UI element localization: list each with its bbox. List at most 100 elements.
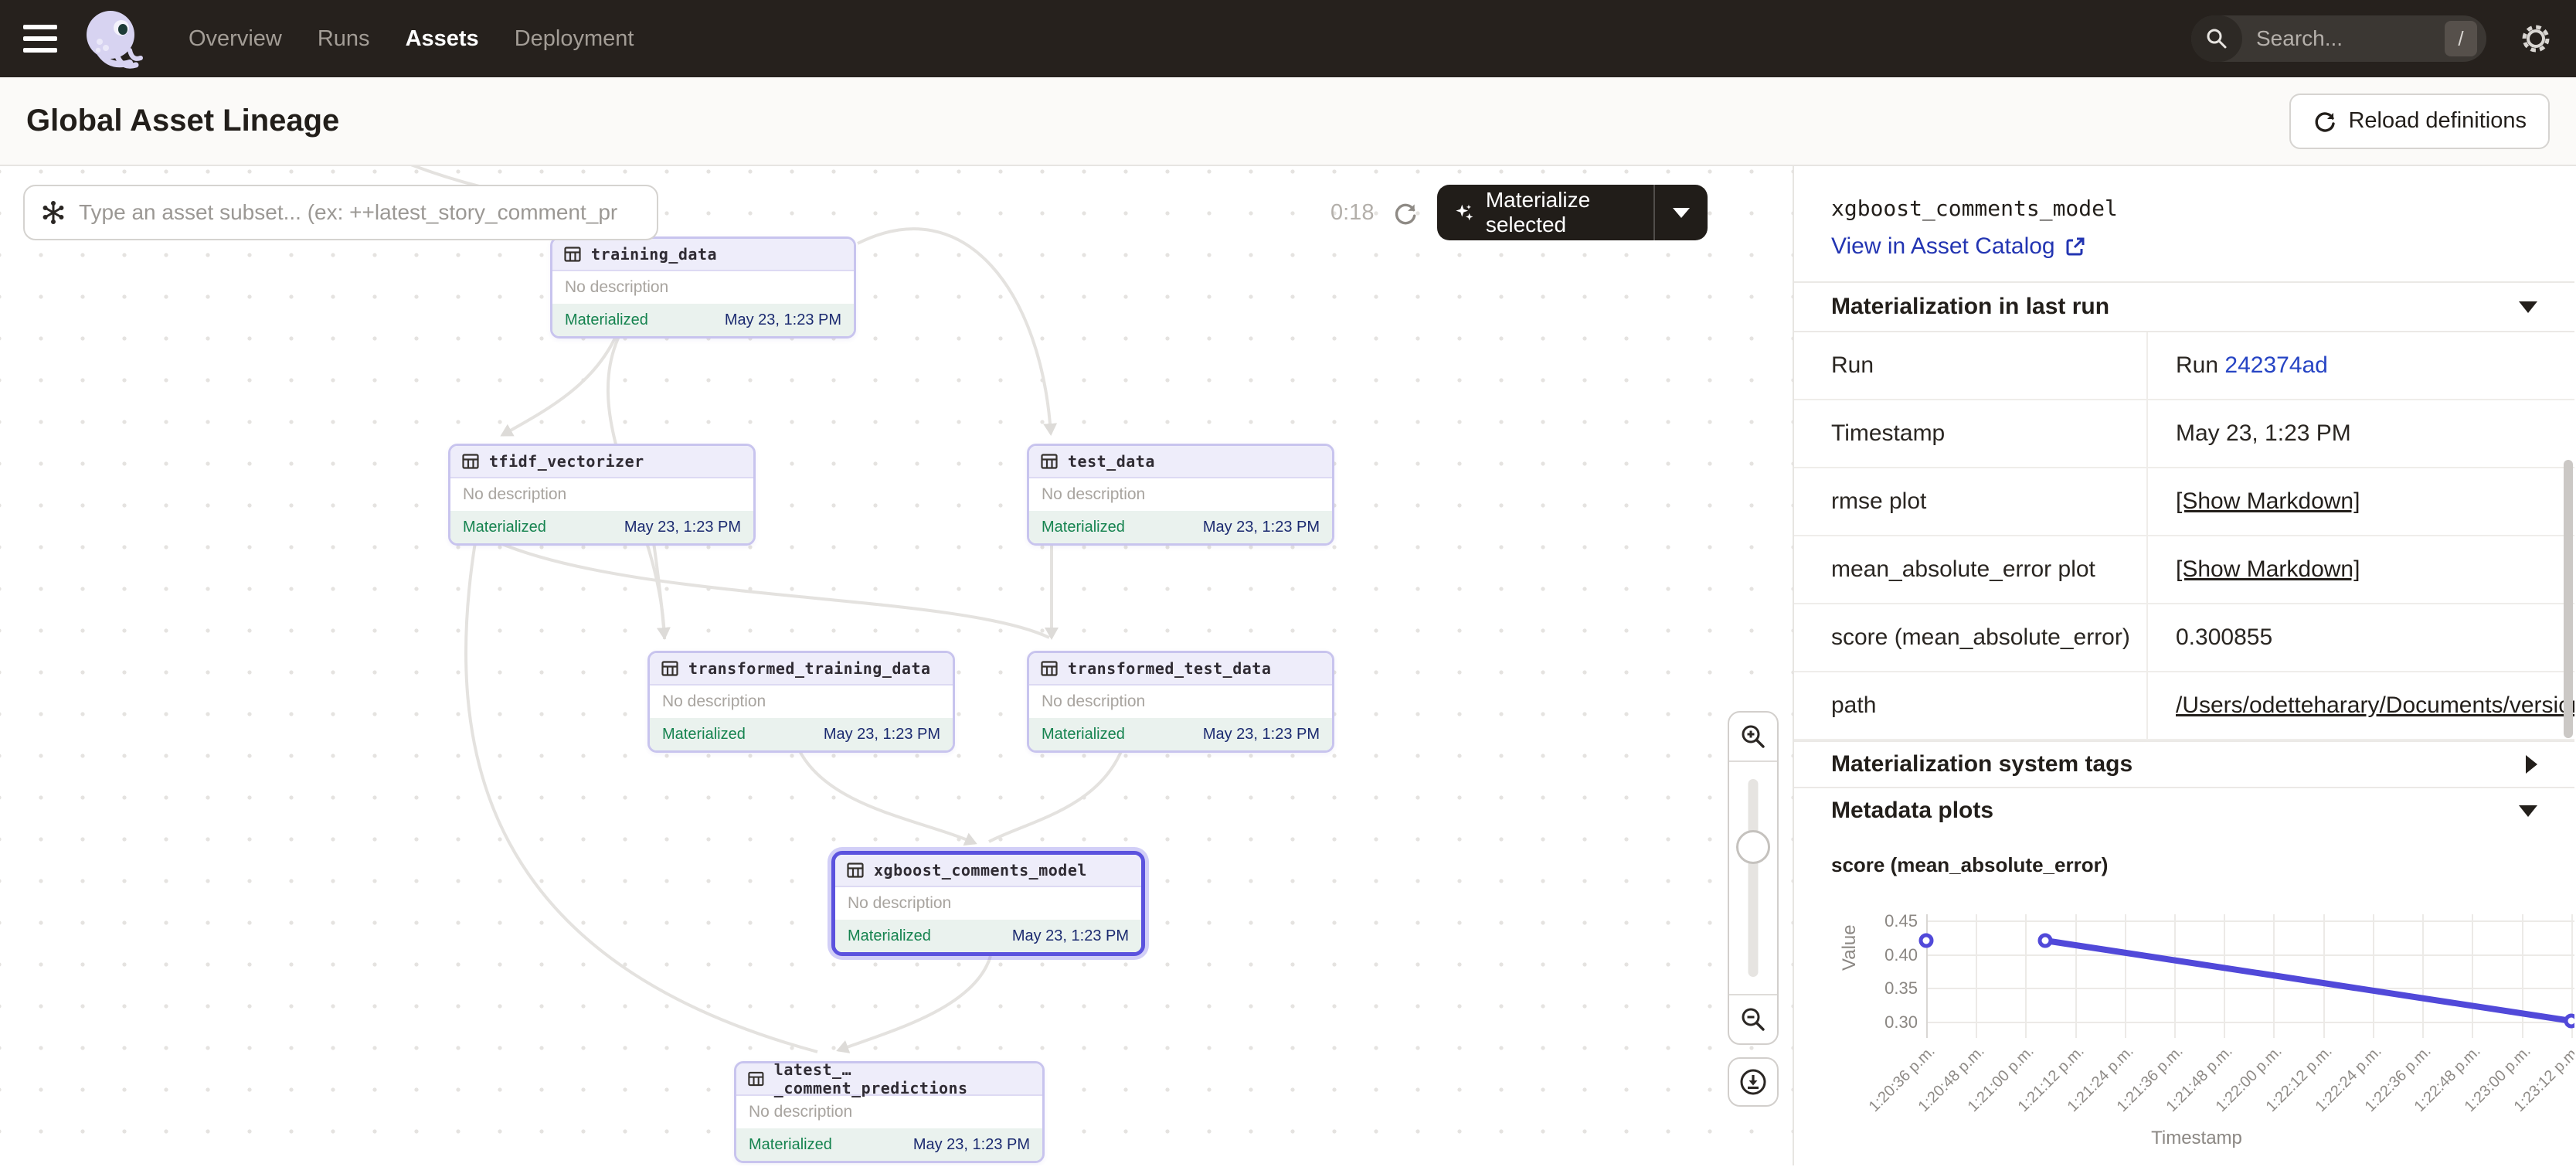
table-row-score: score (mean_absolute_error) 0.300855 — [1794, 604, 2574, 672]
table-icon — [461, 452, 480, 471]
materialization-time[interactable]: May 23, 1:23 PM — [1203, 726, 1320, 743]
asset-node-header: xgboost_comments_model — [835, 855, 1141, 887]
section-metadata-plots[interactable]: Metadata plots — [1794, 787, 2574, 833]
asset-node-description: No description — [650, 686, 953, 718]
materialize-options-caret[interactable] — [1655, 185, 1708, 240]
reload-definitions-button[interactable]: Reload definitions — [2289, 94, 2550, 149]
status-badge: Materialized — [662, 726, 746, 743]
zoom-slider-track[interactable] — [1748, 779, 1759, 977]
nav-link-overview[interactable]: Overview — [189, 26, 282, 52]
asset-node-latest-comment-predictions[interactable]: latest_…_comment_predictions No descript… — [734, 1061, 1045, 1163]
search-placeholder: Search... — [2256, 26, 2445, 51]
path-link[interactable]: /Users/odetteharary/Documents/version — [2176, 692, 2574, 719]
table-row-mae-plot: mean_absolute_error plot [Show Markdown] — [1794, 536, 2574, 604]
plot-title: score (mean_absolute_error) — [1794, 833, 2574, 877]
zoom-slider[interactable] — [1729, 762, 1777, 994]
asset-node-description: No description — [450, 478, 753, 511]
chevron-down-icon — [2519, 805, 2537, 817]
sparkles-icon — [1454, 199, 1475, 226]
asset-subset-filter-input[interactable]: Type an asset subset... (ex: ++latest_st… — [23, 185, 658, 240]
table-icon — [846, 861, 865, 880]
zoom-slider-handle[interactable] — [1736, 830, 1770, 864]
refresh-timer: 0:18 — [1330, 166, 1374, 259]
table-row-path: path /Users/odetteharary/Documents/versi… — [1794, 672, 2574, 740]
asset-details-panel: xgboost_comments_model View in Asset Cat… — [1794, 166, 2574, 1165]
filter-placeholder: Type an asset subset... (ex: ++latest_st… — [79, 200, 617, 225]
score-line-chart: Value 0.45 0.40 0.35 0.30 1:20:3 — [1794, 882, 2574, 1165]
section-materialization-system-tags[interactable]: Materialization system tags — [1794, 740, 2574, 787]
panel-scrollbar[interactable] — [2564, 460, 2573, 738]
status-badge: Materialized — [565, 311, 648, 329]
section-materialization-last-run[interactable]: Materialization in last run — [1794, 281, 2574, 331]
table-icon — [661, 659, 679, 678]
zoom-in-button[interactable] — [1729, 713, 1777, 762]
graph-refresh-icon[interactable] — [1392, 200, 1419, 230]
materialization-time[interactable]: May 23, 1:23 PM — [1012, 927, 1129, 945]
asset-node-footer: Materialized May 23, 1:23 PM — [650, 718, 953, 750]
chevron-down-icon — [2519, 301, 2537, 313]
table-icon — [1040, 452, 1059, 471]
chevron-right-icon — [2526, 755, 2537, 774]
show-markdown-link[interactable]: [Show Markdown] — [2176, 488, 2360, 515]
asset-node-description: No description — [1029, 478, 1332, 511]
chart-series — [1794, 882, 2574, 1044]
asset-node-description: No description — [736, 1096, 1042, 1128]
nav-link-runs[interactable]: Runs — [318, 26, 370, 52]
asset-node-header: transformed_test_data — [1029, 653, 1332, 686]
top-nav: Overview Runs Assets Deployment Search..… — [0, 0, 2576, 77]
materialization-time[interactable]: May 23, 1:23 PM — [1203, 519, 1320, 536]
refresh-icon — [2313, 109, 2337, 134]
asset-node-transformed-training-data[interactable]: transformed_training_data No description… — [647, 651, 955, 753]
asset-node-footer: Materialized May 23, 1:23 PM — [552, 304, 854, 336]
zoom-controls — [1728, 711, 1779, 1107]
search-icon — [2191, 15, 2242, 62]
external-link-icon — [2065, 236, 2086, 257]
asset-node-footer: Materialized May 23, 1:23 PM — [1029, 511, 1332, 543]
materialize-selected-label: Materialize selected — [1486, 188, 1636, 237]
asset-node-footer: Materialized May 23, 1:23 PM — [1029, 718, 1332, 750]
run-id-link[interactable]: 242374ad — [2224, 352, 2327, 379]
asset-node-header: test_data — [1029, 446, 1332, 478]
materialization-time[interactable]: May 23, 1:23 PM — [913, 1136, 1030, 1154]
metadata-table: Run Run 242374ad Timestamp May 23, 1:23 … — [1794, 331, 2574, 740]
nav-link-assets[interactable]: Assets — [406, 26, 479, 52]
status-badge: Materialized — [1042, 519, 1125, 536]
asset-node-header: tfidf_vectorizer — [450, 446, 753, 478]
dagster-logo[interactable] — [79, 5, 145, 72]
hamburger-menu-icon[interactable] — [23, 25, 60, 53]
asset-node-transformed-test-data[interactable]: transformed_test_data No description Mat… — [1027, 651, 1334, 753]
materialization-time[interactable]: May 23, 1:23 PM — [824, 726, 940, 743]
asset-lineage-graph[interactable]: Type an asset subset... (ex: ++latest_st… — [0, 166, 1794, 1165]
table-icon — [747, 1070, 765, 1088]
table-row-timestamp: Timestamp May 23, 1:23 PM — [1794, 400, 2574, 468]
search-input[interactable]: Search... / — [2191, 15, 2486, 62]
asset-node-test-data[interactable]: test_data No description Materialized Ma… — [1027, 444, 1334, 546]
nav-link-deployment[interactable]: Deployment — [515, 26, 634, 52]
download-image-button[interactable] — [1728, 1057, 1779, 1107]
asset-node-header: transformed_training_data — [650, 653, 953, 686]
asset-node-description: No description — [552, 271, 854, 304]
page-header: Global Asset Lineage Reload definitions — [0, 77, 2576, 166]
materialization-time[interactable]: May 23, 1:23 PM — [725, 311, 841, 329]
materialize-selected-button[interactable]: Materialize selected — [1437, 185, 1708, 240]
asset-node-footer: Materialized May 23, 1:23 PM — [835, 920, 1141, 952]
graph-toolbar: Type an asset subset... (ex: ++latest_st… — [0, 166, 1793, 259]
reload-definitions-label: Reload definitions — [2348, 108, 2527, 134]
asset-node-footer: Materialized May 23, 1:23 PM — [450, 511, 753, 543]
zoom-out-button[interactable] — [1729, 994, 1777, 1043]
asset-node-description: No description — [835, 887, 1141, 920]
table-icon — [1040, 659, 1059, 678]
materialization-time[interactable]: May 23, 1:23 PM — [624, 519, 741, 536]
asset-node-footer: Materialized May 23, 1:23 PM — [736, 1128, 1042, 1161]
settings-gear-icon[interactable] — [2519, 22, 2553, 56]
op-selector-icon — [40, 199, 66, 226]
x-axis-label: Timestamp — [1926, 1128, 2467, 1149]
show-markdown-link[interactable]: [Show Markdown] — [2176, 556, 2360, 583]
status-badge: Materialized — [749, 1136, 832, 1154]
table-row-run: Run Run 242374ad — [1794, 332, 2574, 400]
asset-node-description: No description — [1029, 686, 1332, 718]
selected-asset-name: xgboost_comments_model — [1831, 196, 2537, 221]
view-in-asset-catalog-link[interactable]: View in Asset Catalog — [1831, 233, 2086, 260]
asset-node-tfidf-vectorizer[interactable]: tfidf_vectorizer No description Material… — [448, 444, 756, 546]
asset-node-xgboost-comments-model[interactable]: xgboost_comments_model No description Ma… — [831, 851, 1145, 956]
